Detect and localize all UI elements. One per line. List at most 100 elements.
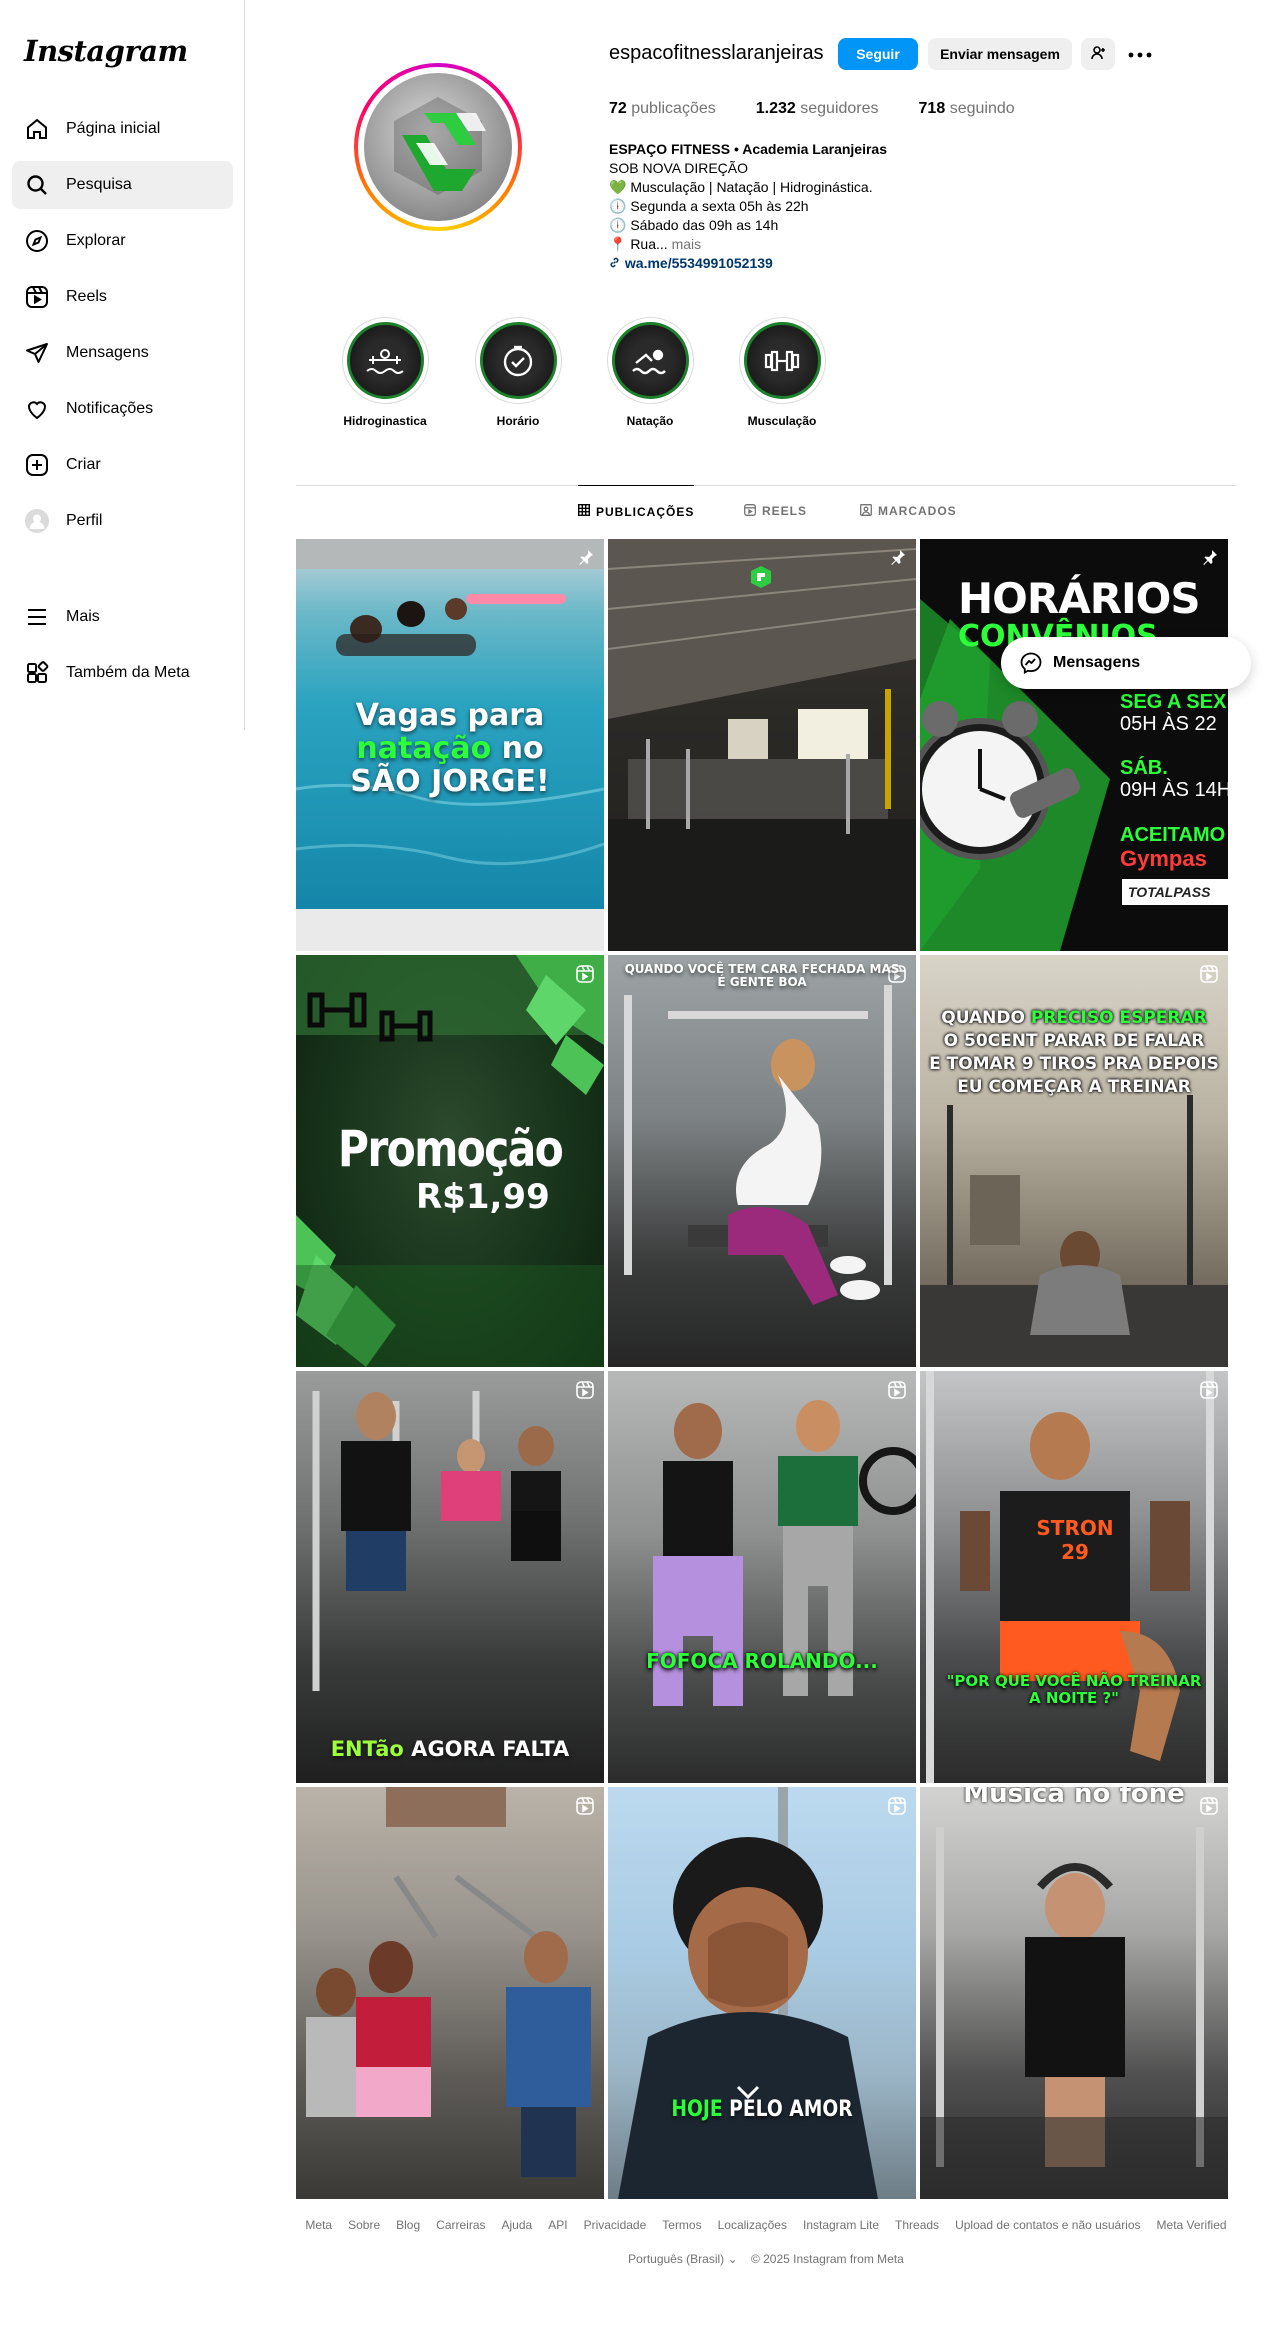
profile-username: espacofitnesslaranjeiras	[609, 42, 824, 64]
reels-icon	[24, 284, 50, 310]
nav-label: Pesquisa	[66, 176, 132, 193]
reel-icon	[1200, 1381, 1218, 1404]
bio-line: 💚 Musculação | Natação | Hidroginástica.	[609, 179, 873, 195]
footer-link[interactable]: Termos	[662, 2218, 701, 2232]
suggest-accounts-button[interactable]	[1081, 38, 1115, 70]
footer-link[interactable]: Localizações	[718, 2218, 787, 2232]
language-select[interactable]: Português (Brasil) ⌄	[628, 2252, 737, 2266]
sidebar: Instagram Página inicial Pesquisa Explor…	[0, 0, 245, 730]
post-tile[interactable]: ENTão AGORA FALTA	[296, 1371, 604, 1783]
reel-icon	[576, 1797, 594, 1820]
reel-icon	[1200, 965, 1218, 988]
post-tile[interactable]	[296, 1787, 604, 2199]
nav-reels[interactable]: Reels	[12, 273, 233, 321]
options-button[interactable]	[1124, 40, 1156, 68]
post-tile[interactable]: HOJE PELO AMOR	[608, 1787, 916, 2199]
post-tile[interactable]: QUANDO VOCÊ TEM CARA FECHADA MAS É GENTE…	[608, 955, 916, 1367]
post-caption: FOFOCA ROLANDO...	[646, 1649, 878, 1673]
nav-more[interactable]: Mais	[12, 593, 233, 641]
nav-label: Reels	[66, 288, 107, 305]
footer-link[interactable]: API	[548, 2218, 567, 2232]
jersey-text: STRON 29	[1036, 1516, 1114, 1564]
post-tile[interactable]: QUANDO PRECISO ESPERAR O 50CENT PARAR DE…	[920, 955, 1228, 1367]
nav-home[interactable]: Página inicial	[12, 105, 233, 153]
footer-link[interactable]: Carreiras	[436, 2218, 485, 2232]
reel-icon	[888, 1797, 906, 1820]
post-tile[interactable]: Promoção R$1,99	[296, 955, 604, 1367]
footer-link[interactable]: Privacidade	[584, 2218, 647, 2232]
dumbbell-water-icon	[346, 322, 424, 399]
profile-stats: 72 publicações 1.232 seguidores 718 segu…	[609, 100, 1055, 118]
nav-label: Mensagens	[66, 344, 149, 361]
nav-explore[interactable]: Explorar	[12, 217, 233, 265]
tab-posts[interactable]: PUBLICAÇÕES	[577, 485, 695, 537]
post-tile[interactable]: Música no fone	[920, 1787, 1228, 2199]
gym-photo	[624, 985, 892, 1305]
post-tile[interactable]: HORÁRIOS CONVÊNIOS SEG A SEX 05H ÀS 22 S…	[920, 539, 1228, 951]
highlight-hidroginastica[interactable]: Hidroginastica	[339, 317, 431, 428]
gym-group-photo	[306, 1787, 591, 2177]
bio-line: 🕕 Sábado das 09h as 14h	[609, 217, 779, 233]
gym-photo	[920, 1827, 1228, 2199]
nav-messages[interactable]: Mensagens	[12, 329, 233, 377]
post-tile[interactable]: STRON 29 "POR QUE VOCÊ NÃO TREINAR A NOI…	[920, 1371, 1228, 1783]
nav-meta-apps[interactable]: Também da Meta	[12, 649, 233, 697]
pin-icon	[578, 549, 594, 570]
nav-create[interactable]: Criar	[12, 441, 233, 489]
post-caption: QUANDO PRECISO ESPERAR O 50CENT PARAR DE…	[929, 1008, 1219, 1097]
highlight-musculacao[interactable]: Musculação	[736, 317, 828, 428]
schedule-line: SEG A SEX	[1120, 691, 1227, 713]
instagram-logo[interactable]: Instagram	[24, 34, 188, 68]
send-message-button[interactable]: Enviar mensagem	[928, 38, 1072, 70]
footer-link[interactable]: Blog	[396, 2218, 420, 2232]
footer-link[interactable]: Sobre	[348, 2218, 380, 2232]
schedule-line: ACEITAMO	[1120, 824, 1226, 846]
profile-bio: ESPAÇO FITNESS • Academia Laranjeiras SO…	[609, 140, 1009, 273]
gym-photo	[926, 1371, 1214, 1783]
footer-link[interactable]: Meta Verified	[1157, 2218, 1227, 2232]
follow-button[interactable]: Seguir	[838, 38, 918, 70]
post-tile[interactable]: Vagas para natação no SÃO JORGE!	[296, 539, 604, 951]
highlight-horario[interactable]: Horário	[472, 317, 564, 428]
footer-link[interactable]: Threads	[895, 2218, 939, 2232]
schedule-line: 05H ÀS 22	[1120, 713, 1217, 735]
footer-link[interactable]: Instagram Lite	[803, 2218, 879, 2232]
nav-label: Também da Meta	[66, 664, 190, 681]
tab-reels[interactable]: REELS	[744, 485, 807, 537]
dumbbell-icon	[743, 322, 821, 399]
bio-more-link[interactable]: mais	[672, 236, 702, 252]
send-icon	[24, 340, 50, 366]
bio-link[interactable]: wa.me/5534991052139	[609, 254, 1009, 273]
grid-icon	[577, 503, 591, 519]
bio-name: ESPAÇO FITNESS • Academia Laranjeiras	[609, 141, 887, 157]
messages-floating-button[interactable]: Mensagens	[1001, 637, 1251, 689]
search-icon	[24, 172, 50, 198]
post-caption: QUANDO VOCÊ TEM CARA FECHADA MAS É GENTE…	[624, 962, 900, 989]
nav-search[interactable]: Pesquisa	[12, 161, 233, 209]
plus-square-icon	[24, 452, 50, 478]
tab-tagged[interactable]: MARCADOS	[860, 485, 957, 537]
nav-label: Mais	[66, 608, 100, 625]
reel-icon	[888, 1381, 906, 1404]
pin-icon	[1202, 549, 1218, 570]
highlight-natacao[interactable]: Natação	[604, 317, 696, 428]
nav-label: Página inicial	[66, 120, 161, 137]
footer-link[interactable]: Upload de contatos e não usuários	[955, 2218, 1140, 2232]
reel-icon	[576, 1381, 594, 1404]
followers-stat[interactable]: 1.232 seguidores	[756, 100, 879, 118]
profile-avatar[interactable]	[354, 63, 522, 231]
footer-links: Meta Sobre Blog Carreiras Ajuda API Priv…	[296, 2218, 1236, 2232]
footer-link[interactable]: Meta	[305, 2218, 332, 2232]
nav-notifications[interactable]: Notificações	[12, 385, 233, 433]
nav-profile[interactable]: Perfil	[12, 497, 233, 545]
post-caption: ENTão AGORA FALTA	[330, 1737, 570, 1761]
post-tile[interactable]	[608, 539, 916, 951]
post-tile[interactable]: FOFOCA ROLANDO...	[608, 1371, 916, 1783]
footer-link[interactable]: Ajuda	[502, 2218, 533, 2232]
tagged-icon	[860, 503, 872, 519]
post-caption: Música no fone	[963, 1787, 1185, 1809]
post-caption: HOJE PELO AMOR	[671, 2097, 853, 2122]
nav-label: Perfil	[66, 512, 103, 529]
gym-photo	[653, 1400, 916, 1706]
following-stat[interactable]: 718 seguindo	[919, 100, 1015, 118]
